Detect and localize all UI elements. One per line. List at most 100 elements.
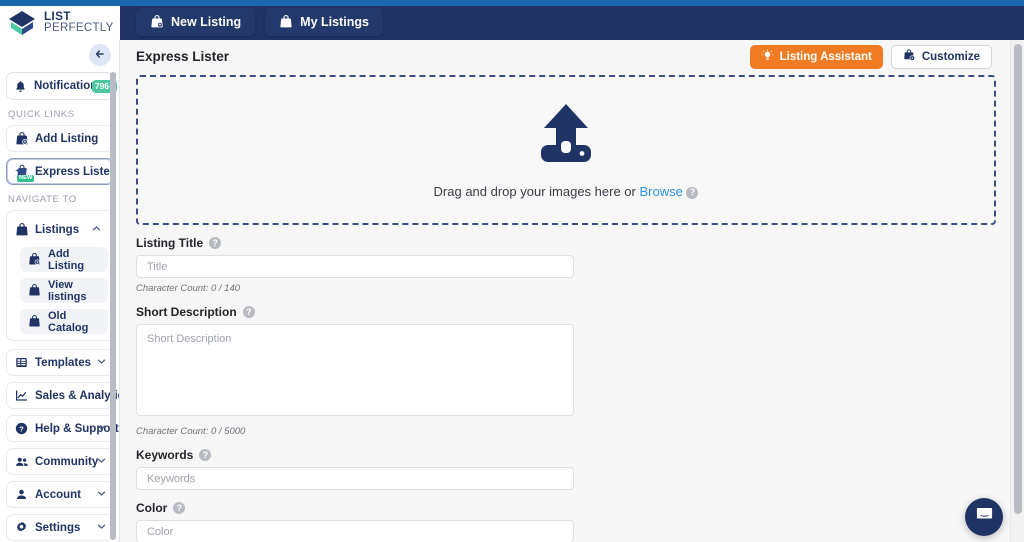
listing-title-input[interactable] xyxy=(136,255,574,278)
sidebar-sales-analytics-label: Sales & Analytics xyxy=(35,389,119,402)
new-badge: NEW xyxy=(17,174,35,182)
page-scrollbar-track[interactable] xyxy=(1010,40,1024,542)
color-label-row: Color ? xyxy=(136,501,996,515)
browse-link[interactable]: Browse xyxy=(639,184,682,199)
field-short-description: Short Description ? Character Count: 0 /… xyxy=(136,305,996,437)
short-description-help-icon[interactable]: ? xyxy=(242,306,255,318)
logo-text-line2: PERFECTLY xyxy=(44,22,114,34)
sidebar-collapse-row xyxy=(0,40,119,70)
chevron-down-icon[interactable] xyxy=(96,519,107,537)
logo-panel: LIST PERFECTLY xyxy=(0,6,120,40)
sidebar-express-lister-label: Express Lister xyxy=(35,165,115,178)
person-icon xyxy=(14,487,29,502)
sidebar: Notifications 796+ QUICK LINKS Add Listi… xyxy=(0,40,120,542)
gear-icon xyxy=(14,520,29,535)
customize-label: Customize xyxy=(921,51,980,63)
sidebar-item-sales-analytics[interactable]: Sales & Analytics xyxy=(6,382,119,409)
chevron-down-icon[interactable] xyxy=(96,486,107,504)
sidebar-item-notifications[interactable]: Notifications 796+ xyxy=(6,72,117,100)
bag-plus-icon xyxy=(27,252,42,267)
lightbulb-icon xyxy=(761,49,774,65)
sidebar-sub-add-listing-label: Add Listing xyxy=(48,247,85,272)
sidebar-item-listings[interactable]: Listings xyxy=(12,216,108,243)
listing-title-charcount: Character Count: 0 / 140 xyxy=(136,283,241,294)
bag-icon xyxy=(14,222,29,237)
keywords-label-row: Keywords ? xyxy=(136,448,996,462)
sidebar-item-add-listing[interactable]: Add Listing xyxy=(20,247,108,272)
listing-assistant-button[interactable]: Listing Assistant xyxy=(749,45,883,69)
chevron-down-icon[interactable] xyxy=(96,354,107,372)
page-header: Express Lister Listing Assistant Customi… xyxy=(136,40,996,73)
upload-icon xyxy=(531,101,601,170)
sidebar-item-view-listings[interactable]: View listings xyxy=(20,278,108,303)
color-input[interactable] xyxy=(136,520,574,542)
sidebar-item-old-catalog[interactable]: Old Catalog xyxy=(20,309,108,334)
chat-bubble-icon xyxy=(975,505,994,529)
color-label: Color xyxy=(136,501,168,515)
sidebar-item-templates[interactable]: Templates xyxy=(6,349,114,376)
sidebar-item-community[interactable]: Community xyxy=(6,448,114,475)
chat-launcher-button[interactable] xyxy=(965,498,1003,536)
short-description-label-row: Short Description ? xyxy=(136,305,996,319)
sidebar-listings-label: Listings xyxy=(35,223,80,236)
short-description-textarea[interactable] xyxy=(136,324,574,416)
sidebar-sub-old-catalog-label: Old Catalog xyxy=(48,309,89,334)
sidebar-group-listings: Listings Add Listing View listings Old C… xyxy=(6,210,114,341)
listing-title-label-row: Listing Title ? xyxy=(136,236,996,250)
short-description-label: Short Description xyxy=(136,305,237,319)
chart-icon xyxy=(14,388,29,403)
new-listing-button[interactable]: New Listing xyxy=(136,8,256,36)
listing-title-help-icon[interactable]: ? xyxy=(209,237,222,249)
app-logo[interactable]: LIST PERFECTLY xyxy=(8,6,114,40)
quick-links-heading: QUICK LINKS xyxy=(8,109,75,120)
keywords-input[interactable] xyxy=(136,467,574,490)
sidebar-item-help-support[interactable]: ? Help & Support xyxy=(6,415,119,442)
field-keywords: Keywords ? xyxy=(136,448,996,490)
sidebar-sub-view-listings-label: View listings xyxy=(48,278,87,303)
main-inner: Express Lister Listing Assistant Customi… xyxy=(120,40,1010,542)
my-listings-button[interactable]: My Listings xyxy=(265,8,383,36)
page-title: Express Lister xyxy=(136,49,230,64)
my-listings-label: My Listings xyxy=(300,15,369,29)
top-nav-buttons: New Listing My Listings xyxy=(136,8,383,36)
app-root: LIST PERFECTLY New Listing My Listings N… xyxy=(0,0,1024,542)
sidebar-listings-children: Add Listing View listings Old Catalog xyxy=(12,247,108,334)
chevron-down-icon[interactable] xyxy=(96,420,107,438)
bell-icon xyxy=(13,79,28,94)
bag-icon xyxy=(27,314,42,329)
question-circle-icon: ? xyxy=(14,421,29,436)
chevron-up-icon[interactable] xyxy=(91,221,102,239)
arrow-left-icon xyxy=(94,48,106,63)
bag-icon xyxy=(279,15,293,29)
sidebar-scroll-area: Notifications 796+ QUICK LINKS Add Listi… xyxy=(0,70,119,542)
bag-gear-icon xyxy=(903,49,916,65)
template-icon xyxy=(14,355,29,370)
bag-icon xyxy=(27,283,42,298)
sidebar-item-express-lister[interactable]: Express Lister NEW xyxy=(6,158,114,185)
sidebar-item-add-listing-quick[interactable]: Add Listing xyxy=(6,125,114,152)
sidebar-templates-label: Templates xyxy=(35,356,92,369)
chevron-down-icon[interactable] xyxy=(96,453,107,471)
listing-title-label: Listing Title xyxy=(136,236,204,250)
color-help-icon[interactable]: ? xyxy=(173,502,186,514)
sidebar-add-listing-label: Add Listing xyxy=(35,132,99,145)
listing-assistant-label: Listing Assistant xyxy=(779,51,872,63)
bag-plus-icon xyxy=(14,131,29,146)
new-listing-label: New Listing xyxy=(171,15,242,29)
customize-button[interactable]: Customize xyxy=(890,45,992,69)
image-dropzone[interactable]: Drag and drop your images here or Browse… xyxy=(136,75,996,225)
main-content: Express Lister Listing Assistant Customi… xyxy=(120,40,1024,542)
people-icon xyxy=(14,454,29,469)
dropzone-help-icon[interactable]: ? xyxy=(686,186,699,199)
list-perfectly-diamond-icon xyxy=(8,10,38,36)
svg-text:?: ? xyxy=(19,424,24,433)
sidebar-item-account[interactable]: Account xyxy=(6,481,114,508)
keywords-label: Keywords xyxy=(136,448,194,462)
bag-plus-icon xyxy=(150,15,164,29)
sidebar-item-settings[interactable]: Settings xyxy=(6,514,114,541)
keywords-help-icon[interactable]: ? xyxy=(199,449,212,461)
sidebar-settings-label: Settings xyxy=(35,521,81,534)
page-scrollbar-thumb[interactable] xyxy=(1014,44,1022,514)
sidebar-collapse-button[interactable] xyxy=(89,44,111,66)
sidebar-scrollbar-thumb[interactable] xyxy=(110,72,116,540)
